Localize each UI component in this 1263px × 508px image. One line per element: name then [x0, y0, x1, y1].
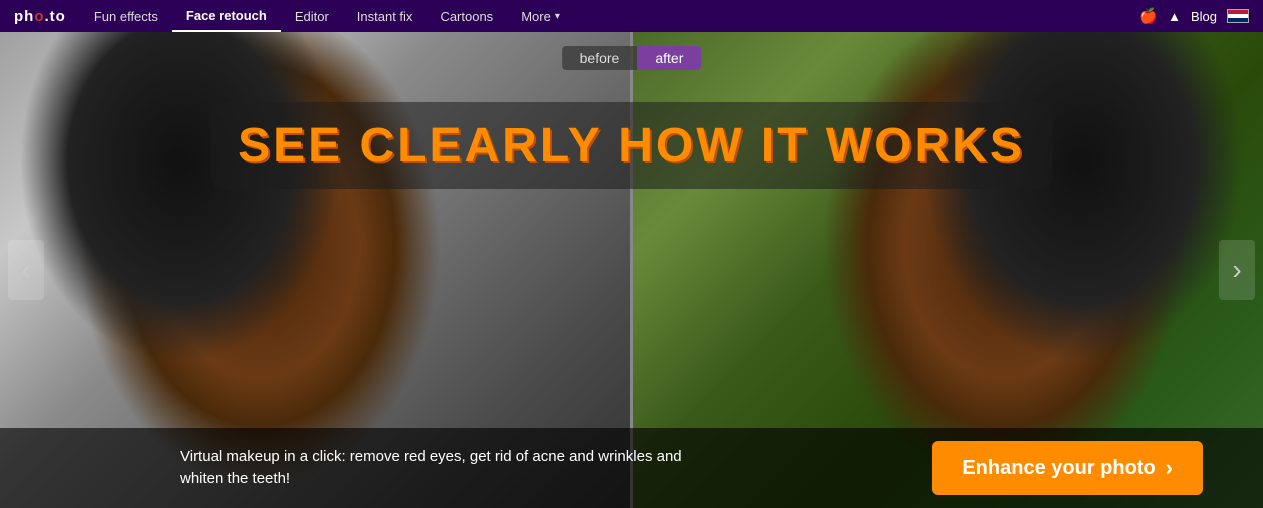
language-flag[interactable] [1227, 9, 1249, 23]
blog-link[interactable]: Blog [1191, 9, 1217, 24]
nav-item-fun-effects[interactable]: Fun effects [80, 0, 172, 32]
hero-heading-box: See clearly how it works [210, 102, 1053, 189]
after-label[interactable]: after [637, 46, 701, 70]
android-icon[interactable]: ▲ [1168, 9, 1181, 24]
bottom-bar: Virtual makeup in a click: remove red ey… [0, 428, 1263, 508]
dropdown-arrow-icon: ▾ [555, 11, 560, 22]
navbar: pho.to Fun effects Face retouch Editor I… [0, 0, 1263, 32]
nav-links: Fun effects Face retouch Editor Instant … [80, 0, 1140, 32]
enhance-chevron-icon: › [1166, 455, 1173, 481]
next-arrow-button[interactable]: › [1219, 240, 1255, 300]
left-arrow-icon: ‹ [21, 254, 30, 286]
nav-right: 🍎 ▲ Blog [1139, 7, 1263, 25]
enhance-photo-button[interactable]: Enhance your photo › [932, 441, 1203, 495]
nav-item-editor[interactable]: Editor [281, 0, 343, 32]
nav-item-face-retouch[interactable]: Face retouch [172, 0, 281, 32]
before-after-toggle: before after [562, 46, 702, 70]
description-text: Virtual makeup in a click: remove red ey… [0, 446, 932, 491]
before-label[interactable]: before [562, 46, 638, 70]
right-arrow-icon: › [1232, 254, 1241, 286]
apple-icon[interactable]: 🍎 [1139, 7, 1158, 25]
prev-arrow-button[interactable]: ‹ [8, 240, 44, 300]
nav-item-more[interactable]: More ▾ [507, 0, 574, 32]
enhance-label: Enhance your photo [962, 457, 1155, 480]
hero-heading-text: See clearly how it works [238, 119, 1025, 172]
main-area: before after See clearly how it works ‹ … [0, 32, 1263, 508]
nav-item-cartoons[interactable]: Cartoons [426, 0, 507, 32]
nav-item-instant-fix[interactable]: Instant fix [343, 0, 427, 32]
logo[interactable]: pho.to [0, 8, 80, 25]
